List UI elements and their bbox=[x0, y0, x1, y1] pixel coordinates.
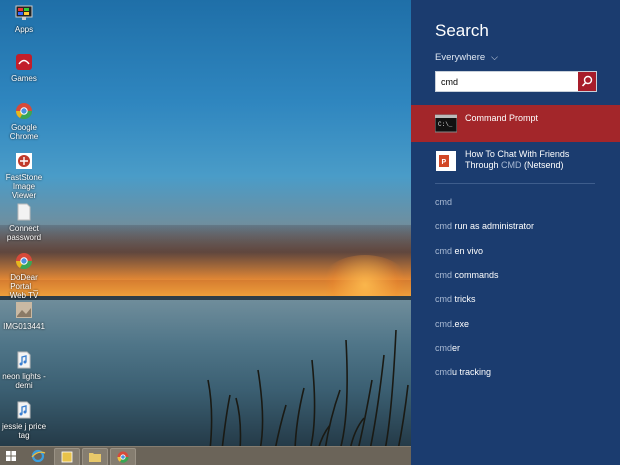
suggestion-query: cmd bbox=[435, 245, 453, 256]
desktop-icon-faststone[interactable]: FastStone Image Viewer bbox=[2, 152, 46, 200]
internet-explorer-icon bbox=[31, 449, 46, 463]
search-suggestion[interactable]: cmd run as administrator bbox=[435, 221, 534, 231]
desktop-icon-apps[interactable]: Apps bbox=[2, 4, 46, 34]
desktop-icon-neon[interactable]: neon lights - demi bbox=[2, 351, 46, 390]
panel-title: Search bbox=[435, 21, 489, 40]
folder-icon bbox=[89, 453, 101, 462]
suggestion-completion: run as administrator bbox=[452, 221, 535, 232]
music-file-icon bbox=[15, 401, 33, 419]
desktop-icon-google-chrome[interactable]: Google Chrome bbox=[2, 102, 46, 141]
windows-icon bbox=[6, 451, 16, 461]
chrome-icon bbox=[15, 252, 33, 270]
suggestion-query: cmd bbox=[435, 294, 453, 305]
desktop-icon-label: neon lights - demi bbox=[2, 372, 46, 390]
start-button[interactable] bbox=[2, 448, 20, 464]
file-explorer-button[interactable] bbox=[82, 448, 108, 465]
desktop-icon-dodear[interactable]: DoDear Portal _ Web TV bbox=[2, 252, 46, 300]
desktop-icon-label: Games bbox=[11, 74, 37, 83]
media-player-icon bbox=[61, 451, 73, 463]
desktop-icon-label: DoDear Portal _ Web TV bbox=[9, 273, 39, 300]
ie-button[interactable] bbox=[26, 448, 50, 464]
suggestion-query: cmd bbox=[435, 318, 453, 329]
search-suggestion[interactable]: cmd tricks bbox=[435, 294, 476, 304]
chevron-down-icon: ⌵ bbox=[491, 52, 498, 62]
suggestion-query: cmd bbox=[435, 269, 453, 280]
desktop-icon-label: Apps bbox=[14, 25, 34, 34]
suggestion-completion: er bbox=[452, 342, 461, 353]
suggestion-query: cmd bbox=[435, 197, 453, 207]
search-scope-label: Everywhere bbox=[435, 52, 486, 63]
desktop-icon-label: Google Chrome bbox=[9, 123, 39, 141]
desktop-icon-connect-password[interactable]: Connect password bbox=[2, 203, 46, 242]
document-icon bbox=[15, 203, 33, 221]
suggestion-query: cmd bbox=[435, 221, 453, 232]
office-document-icon: P bbox=[435, 150, 457, 172]
music-file-icon bbox=[15, 351, 33, 369]
search-button[interactable] bbox=[578, 72, 596, 91]
suggestion-completion: u tracking bbox=[452, 367, 492, 378]
image-icon bbox=[15, 301, 33, 319]
result-label: How To Chat With Friends Through CMD (Ne… bbox=[465, 149, 569, 171]
search-suggestion[interactable]: cmd commands bbox=[435, 270, 499, 280]
desktop-icon-label: Connect password bbox=[6, 224, 42, 242]
chrome-icon bbox=[15, 102, 33, 120]
search-scope-dropdown[interactable]: Everywhere ⌵ bbox=[435, 52, 498, 63]
desktop-icon-label: FastStone Image Viewer bbox=[5, 173, 43, 200]
desktop-icon-label: IMG013441 bbox=[3, 322, 45, 331]
search-input[interactable] bbox=[436, 72, 576, 92]
suggestion-query: cmd bbox=[435, 342, 453, 353]
faststone-icon bbox=[15, 152, 33, 170]
chrome-icon bbox=[117, 451, 129, 463]
suggestion-query: cmd bbox=[435, 367, 453, 378]
search-box bbox=[435, 71, 597, 92]
chrome-button[interactable] bbox=[110, 448, 136, 465]
command-prompt-icon: C:\_ bbox=[434, 113, 458, 135]
desktop-icon-label: jessie j price tag bbox=[2, 422, 47, 440]
result-line-2: Through CMD (Netsend) bbox=[465, 160, 564, 170]
svg-text:C:\_: C:\_ bbox=[438, 121, 453, 128]
search-suggestion[interactable]: cmd bbox=[435, 197, 452, 207]
svg-text:P: P bbox=[442, 159, 447, 166]
search-suggestion[interactable]: cmdu tracking bbox=[435, 367, 491, 377]
search-suggestion[interactable]: cmd en vivo bbox=[435, 246, 483, 256]
result-chat-with-friends[interactable]: P How To Chat With Friends Through CMD (… bbox=[411, 146, 620, 178]
suggestion-completion: en vivo bbox=[452, 245, 484, 256]
desktop-icon-games[interactable]: Games bbox=[2, 53, 46, 83]
result-label: Command Prompt bbox=[465, 113, 539, 123]
desktop-icon-img[interactable]: IMG013441 bbox=[2, 301, 46, 331]
game-controller-icon bbox=[15, 53, 33, 71]
desktop-icon-jessie[interactable]: jessie j price tag bbox=[2, 401, 46, 440]
result-command-prompt[interactable]: C:\_ Command Prompt bbox=[411, 105, 620, 142]
search-suggestion[interactable]: cmd.exe bbox=[435, 319, 469, 329]
suggestion-completion: commands bbox=[452, 269, 499, 280]
results-divider bbox=[435, 183, 595, 184]
search-charm-panel: Search Everywhere ⌵ C:\_ Command Prompt bbox=[411, 0, 620, 465]
search-suggestion[interactable]: cmder bbox=[435, 343, 460, 353]
suggestion-completion: tricks bbox=[452, 294, 476, 305]
wallpaper-grass bbox=[207, 329, 409, 450]
suggestion-completion: .exe bbox=[452, 318, 470, 329]
result-line-1: How To Chat With Friends bbox=[465, 149, 570, 159]
monitor-icon bbox=[15, 4, 33, 22]
desktop[interactable]: Apps Games Google Chrome FastStone Image Vi… bbox=[0, 0, 411, 465]
taskbar bbox=[0, 446, 411, 465]
search-icon bbox=[581, 75, 593, 87]
media-player-button[interactable] bbox=[54, 448, 80, 465]
